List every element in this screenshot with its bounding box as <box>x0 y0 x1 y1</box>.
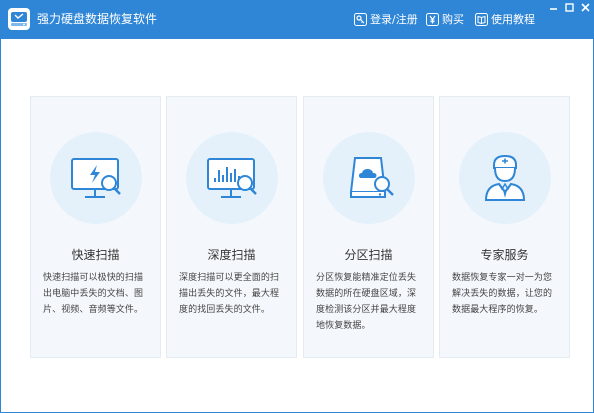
drive-cloud-magnifier-icon <box>349 157 394 198</box>
expert-service-desc: 数据恢复专家一对一为您解决丢失的数据，让您的数据最大程序的恢复。 <box>452 273 553 315</box>
yen-icon <box>426 13 439 26</box>
expert-service-icon-circle <box>459 132 551 224</box>
tutorial-link[interactable]: 使用教程 <box>475 11 535 28</box>
minimize-button[interactable] <box>546 1 561 13</box>
login-key-icon <box>354 13 367 26</box>
buy-link[interactable]: 购买 <box>426 11 464 28</box>
maximize-button[interactable] <box>562 1 577 13</box>
buy-label: 购买 <box>442 12 464 26</box>
login-register-label: 登录/注册 <box>370 12 418 26</box>
quick-scan-card[interactable]: 快速扫描 快速扫描可以极快的扫描出电脑中丢失的文档、图片、视频、音频等文件。 <box>30 96 161 358</box>
title-bar: 强力硬盘数据恢复软件 登录/注册 购买 使用教程 <box>1 1 593 39</box>
partition-scan-desc: 分区恢复能精准定位丢失数据的所在硬盘区域，深度检测该分区并最大程度地恢复数据。 <box>316 273 417 331</box>
close-button[interactable] <box>578 1 593 13</box>
close-icon <box>581 2 590 12</box>
maximize-icon <box>565 2 574 12</box>
deep-scan-title: 深度扫描 <box>207 248 256 262</box>
deep-scan-card[interactable]: 深度扫描 深度扫描可以更全面的扫描出丢失的文件，最大程度的找回丢失的文件。 <box>166 96 297 358</box>
expert-service-title: 专家服务 <box>480 248 529 262</box>
book-icon <box>475 13 488 26</box>
deep-scan-desc: 深度扫描可以更全面的扫描出丢失的文件，最大程度的找回丢失的文件。 <box>179 273 280 315</box>
quick-scan-title: 快速扫描 <box>71 248 120 262</box>
partition-scan-card[interactable]: 分区扫描 分区恢复能精准定位丢失数据的所在硬盘区域，深度检测该分区并最大程度地恢… <box>303 96 434 358</box>
partition-scan-title: 分区扫描 <box>344 248 393 262</box>
tutorial-label: 使用教程 <box>491 12 535 26</box>
app-title: 强力硬盘数据恢复软件 <box>37 12 158 26</box>
app-logo-icon <box>8 8 30 30</box>
quick-scan-desc: 快速扫描可以极快的扫描出电脑中丢失的文档、图片、视频、音频等文件。 <box>43 273 144 315</box>
deep-scan-icon-circle <box>186 132 278 224</box>
app-window: 强力硬盘数据恢复软件 登录/注册 购买 使用教程 快速扫描 快速扫描可以极快的扫… <box>0 0 594 413</box>
monitor-lightning-magnifier-icon <box>71 158 121 198</box>
monitor-chart-magnifier-icon <box>207 158 257 198</box>
quick-scan-icon-circle <box>50 132 142 224</box>
login-register-link[interactable]: 登录/注册 <box>354 11 418 28</box>
expert-person-icon <box>484 154 526 201</box>
expert-service-card[interactable]: 专家服务 数据恢复专家一对一为您解决丢失的数据，让您的数据最大程序的恢复。 <box>439 96 570 358</box>
minimize-icon <box>550 7 557 10</box>
partition-scan-icon-circle <box>323 132 415 224</box>
